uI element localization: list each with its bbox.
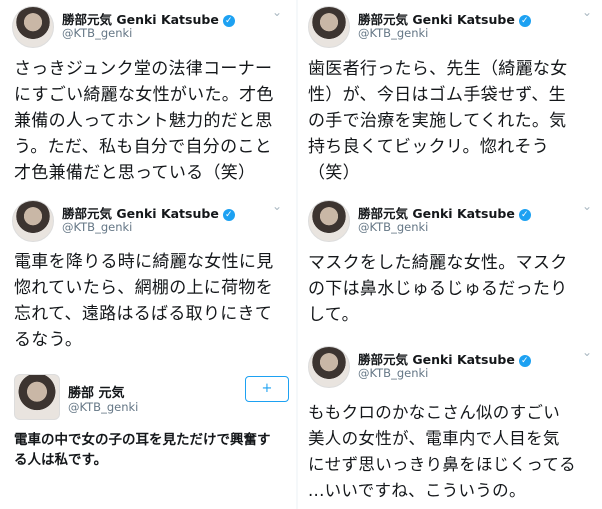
tweet-card: 勝部元気 Genki Katsube ✓ @KTB_genki ⌄ ももクロのかな… (300, 340, 602, 509)
user-handle[interactable]: @KTB_genki (358, 220, 428, 234)
column-divider (296, 0, 298, 509)
display-name[interactable]: 勝部 元気 (68, 382, 125, 401)
tweet-card: 勝部 元気 @KTB_genki + 電車の中で女の子の耳を見ただけで興奮す る… (0, 362, 296, 509)
add-user-icon: + (261, 381, 273, 396)
tweet-card: 勝部元気 Genki Katsube ✓ @KTB_genki ⌄ 電車を降りる時… (0, 194, 292, 362)
avatar[interactable] (308, 6, 350, 48)
chevron-down-icon[interactable]: ⌄ (272, 6, 282, 18)
verified-badge-icon: ✓ (518, 15, 531, 27)
tweet-text: マスクをした綺麗な女性。マスク の下は鼻水じゅるじゅるだったり して。 (308, 253, 568, 325)
chevron-down-icon[interactable]: ⌄ (272, 200, 282, 212)
avatar[interactable] (308, 346, 350, 388)
tweet-card: 勝部元気 Genki Katsube ✓ @KTB_genki ⌄ 歯医者行ったら… (300, 0, 602, 192)
user-handle[interactable]: @KTB_genki (358, 26, 428, 40)
avatar[interactable] (12, 200, 54, 242)
tweet-text: ももクロのかなこさん似のすごい 美人の女性が、電車内で人目を気 にせず思いっきり… (308, 403, 576, 500)
chevron-down-icon[interactable]: ⌄ (582, 6, 592, 18)
user-handle[interactable]: @KTB_genki (62, 220, 132, 234)
tweet-text: 電車の中で女の子の耳を見ただけで興奮す る人は私です。 (14, 432, 271, 468)
tweet-text: さっきジュンク堂の法律コーナー にすごい綺麗な女性がいた。才色 兼備の人ってホン… (14, 59, 274, 183)
verified-badge-icon: ✓ (222, 15, 235, 27)
tweet-text: 歯医者行ったら、先生（綺麗な女 性）が、今日はゴム手袋せず、生 の手で治療を実施… (308, 59, 568, 183)
user-handle[interactable]: @KTB_genki (68, 400, 138, 414)
chevron-down-icon[interactable]: ⌄ (582, 346, 592, 358)
tweet-card: 勝部元気 Genki Katsube ✓ @KTB_genki ⌄ マスクをした綺… (300, 194, 602, 334)
verified-badge-icon: ✓ (222, 209, 235, 221)
user-handle[interactable]: @KTB_genki (62, 26, 132, 40)
verified-badge-icon: ✓ (518, 355, 531, 367)
verified-badge-icon: ✓ (518, 209, 531, 221)
chevron-down-icon[interactable]: ⌄ (582, 200, 592, 212)
tweet-card: 勝部元気 Genki Katsube ✓ @KTB_genki ⌄ さっきジュンク… (0, 0, 292, 192)
avatar[interactable] (12, 6, 54, 48)
user-handle[interactable]: @KTB_genki (358, 366, 428, 380)
avatar[interactable] (308, 200, 350, 242)
follow-button[interactable]: + (245, 376, 289, 402)
avatar[interactable] (14, 374, 60, 420)
tweet-text: 電車を降りる時に綺麗な女性に見 惚れていたら、網棚の上に荷物を 忘れて、遠路はる… (14, 252, 274, 350)
